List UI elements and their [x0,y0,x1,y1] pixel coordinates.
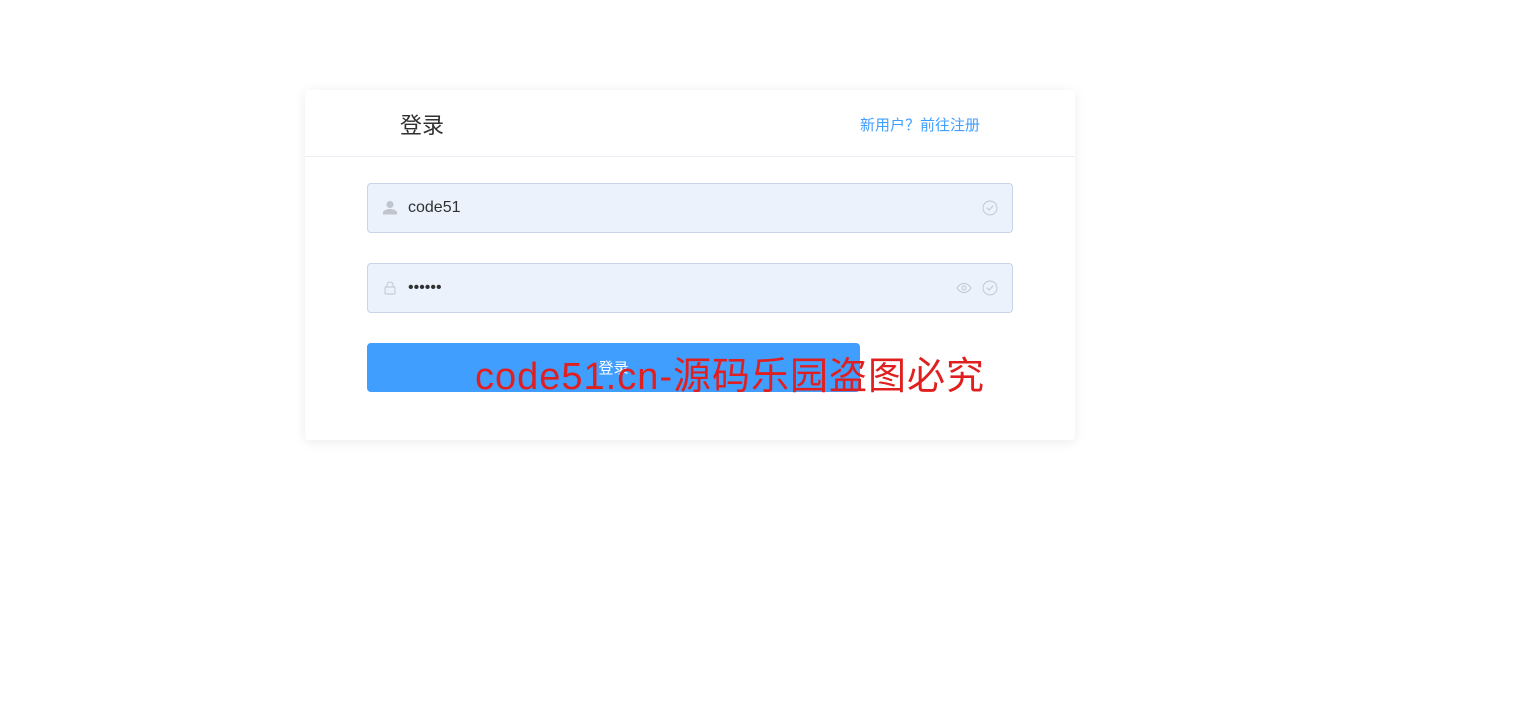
password-suffix [956,280,998,296]
password-form-item [367,263,1013,313]
check-circle-icon [982,200,998,216]
username-form-item [367,183,1013,233]
user-icon [382,200,398,216]
check-circle-icon [982,280,998,296]
page-title: 登录 [400,108,444,140]
username-input-wrapper [367,183,1013,233]
password-input-wrapper [367,263,1013,313]
username-suffix [982,200,998,216]
card-header: 登录 新用户？前往注册 [305,90,1075,157]
register-link[interactable]: 新用户？前往注册 [860,114,980,135]
card-body: 登录 [305,157,1075,440]
password-input[interactable] [408,264,956,312]
lock-icon [382,280,398,296]
username-input[interactable] [408,184,982,232]
eye-icon[interactable] [956,280,972,296]
login-card: 登录 新用户？前往注册 [305,90,1075,440]
login-button[interactable]: 登录 [367,343,860,392]
